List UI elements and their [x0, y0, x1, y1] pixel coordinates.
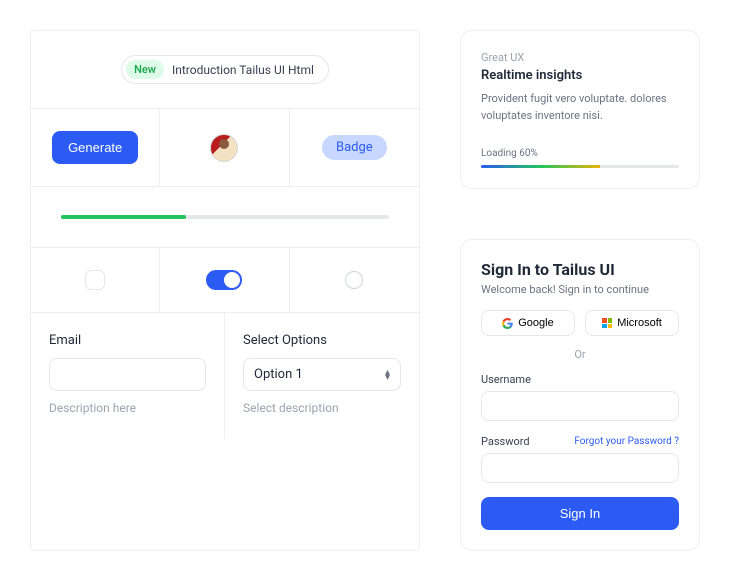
- microsoft-label: Microsoft: [617, 317, 662, 329]
- select-description: Select description: [243, 401, 401, 415]
- select-value: Option 1: [254, 367, 303, 382]
- insights-card: Great UX Realtime insights Provident fug…: [460, 30, 700, 189]
- insights-body: Provident fugit vero voluptate. dolores …: [481, 91, 679, 124]
- password-input[interactable]: [481, 453, 679, 483]
- loading-label: Loading 60%: [481, 148, 679, 159]
- select-input[interactable]: Option 1 ▴▾: [243, 358, 401, 391]
- email-description: Description here: [49, 401, 206, 415]
- password-label: Password: [481, 435, 530, 448]
- microsoft-signin-button[interactable]: Microsoft: [585, 310, 679, 336]
- username-label: Username: [481, 373, 679, 386]
- email-field-group: Email Description here: [31, 313, 225, 439]
- email-input[interactable]: [49, 358, 206, 391]
- components-showcase-panel: New Introduction Tailus UI Html Generate…: [30, 30, 420, 551]
- checkbox[interactable]: [85, 270, 105, 290]
- google-icon: [502, 318, 513, 329]
- signin-title: Sign In to Tailus UI: [481, 260, 679, 279]
- signin-subtitle: Welcome back! Sign in to continue: [481, 283, 679, 296]
- select-field-group: Select Options Option 1 ▴▾ Select descri…: [225, 313, 419, 439]
- insights-eyebrow: Great UX: [481, 51, 679, 64]
- badge: Badge: [322, 135, 387, 160]
- loading-bar: [481, 165, 679, 168]
- toggle-switch[interactable]: [206, 270, 242, 290]
- email-label: Email: [49, 333, 206, 348]
- radio-button[interactable]: [345, 271, 363, 289]
- announcement-bar: New Introduction Tailus UI Html: [31, 31, 419, 109]
- google-signin-button[interactable]: Google: [481, 310, 575, 336]
- chevron-updown-icon: ▴▾: [385, 370, 390, 380]
- avatar[interactable]: [210, 134, 238, 162]
- username-input[interactable]: [481, 391, 679, 421]
- announcement-pill[interactable]: New Introduction Tailus UI Html: [121, 55, 329, 84]
- insights-title: Realtime insights: [481, 68, 679, 83]
- progress-bar: [31, 187, 419, 248]
- microsoft-icon: [602, 318, 612, 328]
- select-label: Select Options: [243, 333, 401, 348]
- or-separator: Or: [481, 348, 679, 361]
- signin-card: Sign In to Tailus UI Welcome back! Sign …: [460, 239, 700, 551]
- new-badge: New: [126, 60, 164, 79]
- announcement-text: Introduction Tailus UI Html: [172, 63, 314, 77]
- forgot-password-link[interactable]: Forgot your Password ?: [574, 436, 679, 447]
- signin-button[interactable]: Sign In: [481, 497, 679, 530]
- generate-button[interactable]: Generate: [52, 131, 138, 164]
- google-label: Google: [518, 317, 553, 329]
